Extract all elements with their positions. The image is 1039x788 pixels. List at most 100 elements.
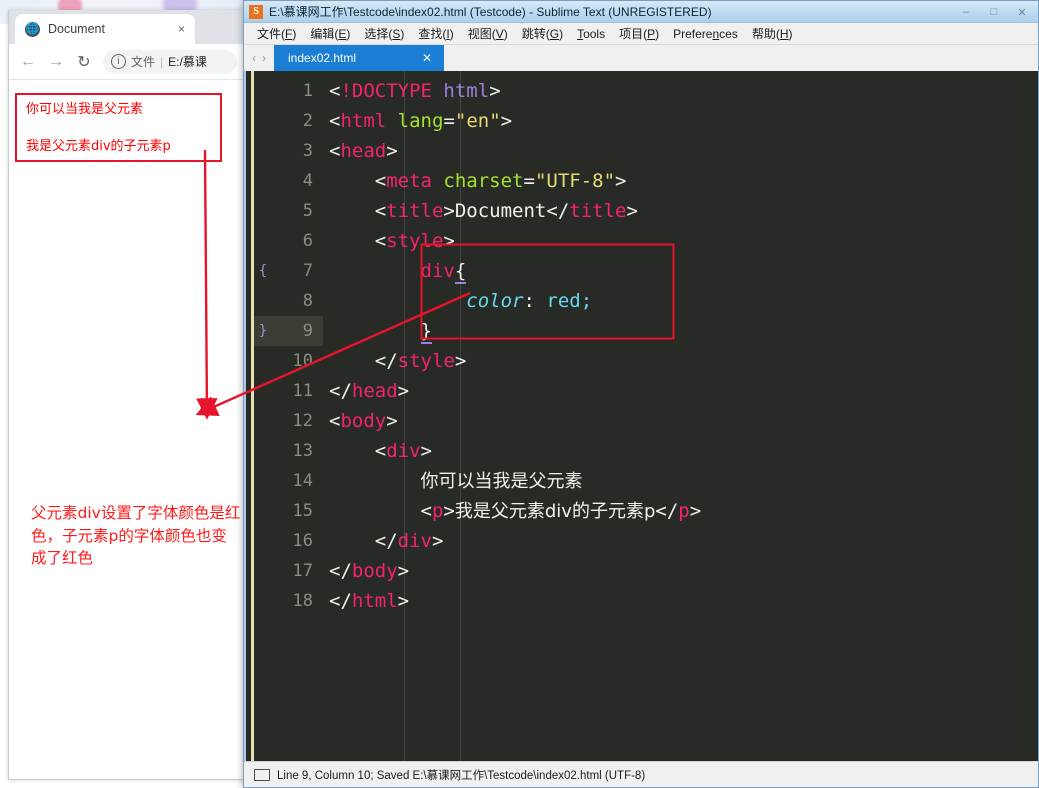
- menu-item-4[interactable]: 查找(I): [411, 23, 460, 44]
- code-token: html: [351, 590, 398, 612]
- editor-tab-index02[interactable]: index02.html ✕: [274, 45, 444, 71]
- code-line-2[interactable]: <html lang="en">: [323, 106, 1038, 136]
- line-number-5: 5: [254, 196, 323, 226]
- code-line-16[interactable]: </div>: [323, 526, 1038, 556]
- back-button[interactable]: ←: [15, 49, 41, 75]
- code-token: </: [329, 530, 398, 552]
- rendered-page-highlight-box: 你可以当我是父元素 我是父元素div的子元素p: [15, 93, 222, 162]
- code-line-12[interactable]: <body>: [323, 406, 1038, 436]
- code-token: html: [443, 80, 490, 102]
- code-token: p: [431, 500, 444, 522]
- menu-item-6[interactable]: 跳转(G): [515, 23, 570, 44]
- code-line-8[interactable]: color: red;: [323, 286, 1038, 316]
- code-line-6[interactable]: <style>: [323, 226, 1038, 256]
- line-number-label: 3: [302, 141, 313, 161]
- close-button[interactable]: ✕: [1008, 3, 1036, 21]
- code-token: <: [329, 440, 387, 462]
- tab-prev-icon[interactable]: ‹: [252, 51, 256, 65]
- menu-item-2[interactable]: 编辑(E): [303, 23, 357, 44]
- editor-tab-bar: ‹ › index02.html ✕: [244, 45, 1038, 71]
- code-token: >: [443, 200, 455, 222]
- menu-item-3[interactable]: 选择(S): [357, 23, 411, 44]
- minimize-button[interactable]: –: [952, 3, 980, 21]
- info-icon[interactable]: i: [111, 54, 126, 69]
- line-number-label: 17: [292, 561, 313, 581]
- globe-icon: 🌐: [25, 21, 40, 37]
- code-line-13[interactable]: <div>: [323, 436, 1038, 466]
- code-token: >: [500, 110, 513, 132]
- browser-window: 🌐 Document × ← → ↻ i 文件 | E:/慕课 你可以当我是父元…: [8, 10, 244, 780]
- code-token: :: [523, 290, 547, 312]
- browser-tab[interactable]: 🌐 Document ×: [15, 14, 195, 44]
- menu-item-8[interactable]: 项目(P): [612, 23, 666, 44]
- menu-item-1[interactable]: 文件(F): [250, 23, 303, 44]
- code-token: <: [329, 110, 341, 132]
- code-token: red;: [546, 290, 593, 312]
- close-icon[interactable]: ×: [178, 22, 185, 36]
- browser-tab-title: Document: [48, 22, 105, 36]
- address-bar[interactable]: i 文件 | E:/慕课: [103, 49, 237, 74]
- code-token: =: [443, 110, 455, 132]
- code-token: >: [489, 80, 501, 102]
- code-fold-icon[interactable]: }: [254, 316, 272, 346]
- code-line-3[interactable]: <head>: [323, 136, 1038, 166]
- code-line-15[interactable]: <p>我是父元素div的子元素p</p>: [323, 496, 1038, 526]
- code-line-11[interactable]: </head>: [323, 376, 1038, 406]
- code-token: </: [546, 200, 570, 222]
- line-number-4: 4: [254, 166, 323, 196]
- code-token: head: [351, 380, 398, 402]
- window-controls: – □ ✕: [952, 1, 1036, 23]
- line-number-label: 18: [292, 591, 313, 611]
- line-number-label: 2: [302, 111, 313, 131]
- tab-next-icon[interactable]: ›: [262, 51, 266, 65]
- code-line-9[interactable]: }: [323, 316, 1038, 346]
- omnibox-scheme-label: 文件: [131, 55, 156, 69]
- line-number-label: 6: [302, 231, 313, 251]
- code-token: >: [689, 500, 702, 522]
- page-parent-text: 你可以当我是父元素: [26, 102, 144, 117]
- sublime-title-bar: S E:\慕课网工作\Testcode\index02.html (Testco…: [244, 1, 1038, 23]
- code-line-18[interactable]: </html>: [323, 586, 1038, 616]
- line-number-label: 1: [302, 81, 313, 101]
- editor-left-margin: [244, 71, 251, 761]
- line-number-label: 14: [292, 471, 313, 491]
- code-fold-icon[interactable]: {: [254, 256, 272, 286]
- forward-button[interactable]: →: [43, 49, 69, 75]
- code-token: head: [340, 140, 387, 162]
- code-line-17[interactable]: </body>: [323, 556, 1038, 586]
- code-line-7[interactable]: div{: [323, 256, 1038, 286]
- code-token: div: [420, 260, 455, 282]
- page-child-text: 我是父元素div的子元素p: [26, 139, 171, 155]
- code-token: 你可以当我是父元素: [420, 471, 583, 492]
- menu-item-10[interactable]: 帮助(H): [745, 23, 800, 44]
- code-line-4[interactable]: <meta charset="UTF-8">: [323, 166, 1038, 196]
- code-token: >: [386, 140, 398, 162]
- reload-button[interactable]: ↻: [71, 49, 97, 75]
- maximize-button[interactable]: □: [980, 3, 1008, 21]
- menu-item-7[interactable]: Tools: [570, 25, 612, 43]
- indent-guide: [460, 71, 461, 761]
- line-number-10: 10: [254, 346, 323, 376]
- code-line-5[interactable]: <title>Document</title>: [323, 196, 1038, 226]
- indent-guide: [404, 71, 405, 761]
- browser-toolbar: ← → ↻ i 文件 | E:/慕课: [9, 44, 243, 80]
- close-icon[interactable]: ✕: [422, 51, 432, 65]
- code-token: Document: [454, 200, 547, 222]
- line-number-13: 13: [254, 436, 323, 466]
- code-line-10[interactable]: </style>: [323, 346, 1038, 376]
- code-token: title: [569, 200, 627, 222]
- code-area[interactable]: <!DOCTYPE html> <html lang="en"> <head> <m…: [323, 71, 1038, 761]
- menu-item-5[interactable]: 视图(V): [461, 23, 515, 44]
- line-number-label: 11: [292, 381, 313, 401]
- code-line-14[interactable]: 你可以当我是父元素: [323, 466, 1038, 496]
- omnibox-separator: |: [160, 54, 164, 69]
- browser-viewport: 你可以当我是父元素 我是父元素div的子元素p 父元素div设置了字体颜色是红色…: [9, 80, 243, 779]
- menu-item-9[interactable]: Preferences: [666, 25, 745, 43]
- code-editor[interactable]: 1 2 3 4 5 6{7 8} 9 10 11 12 13 14 15 16 17 18 <!DOCTYPE …: [244, 71, 1038, 761]
- line-number-18: 18: [254, 586, 323, 616]
- code-line-1[interactable]: <!DOCTYPE html>: [323, 76, 1038, 106]
- line-number-9: } 9: [254, 316, 323, 346]
